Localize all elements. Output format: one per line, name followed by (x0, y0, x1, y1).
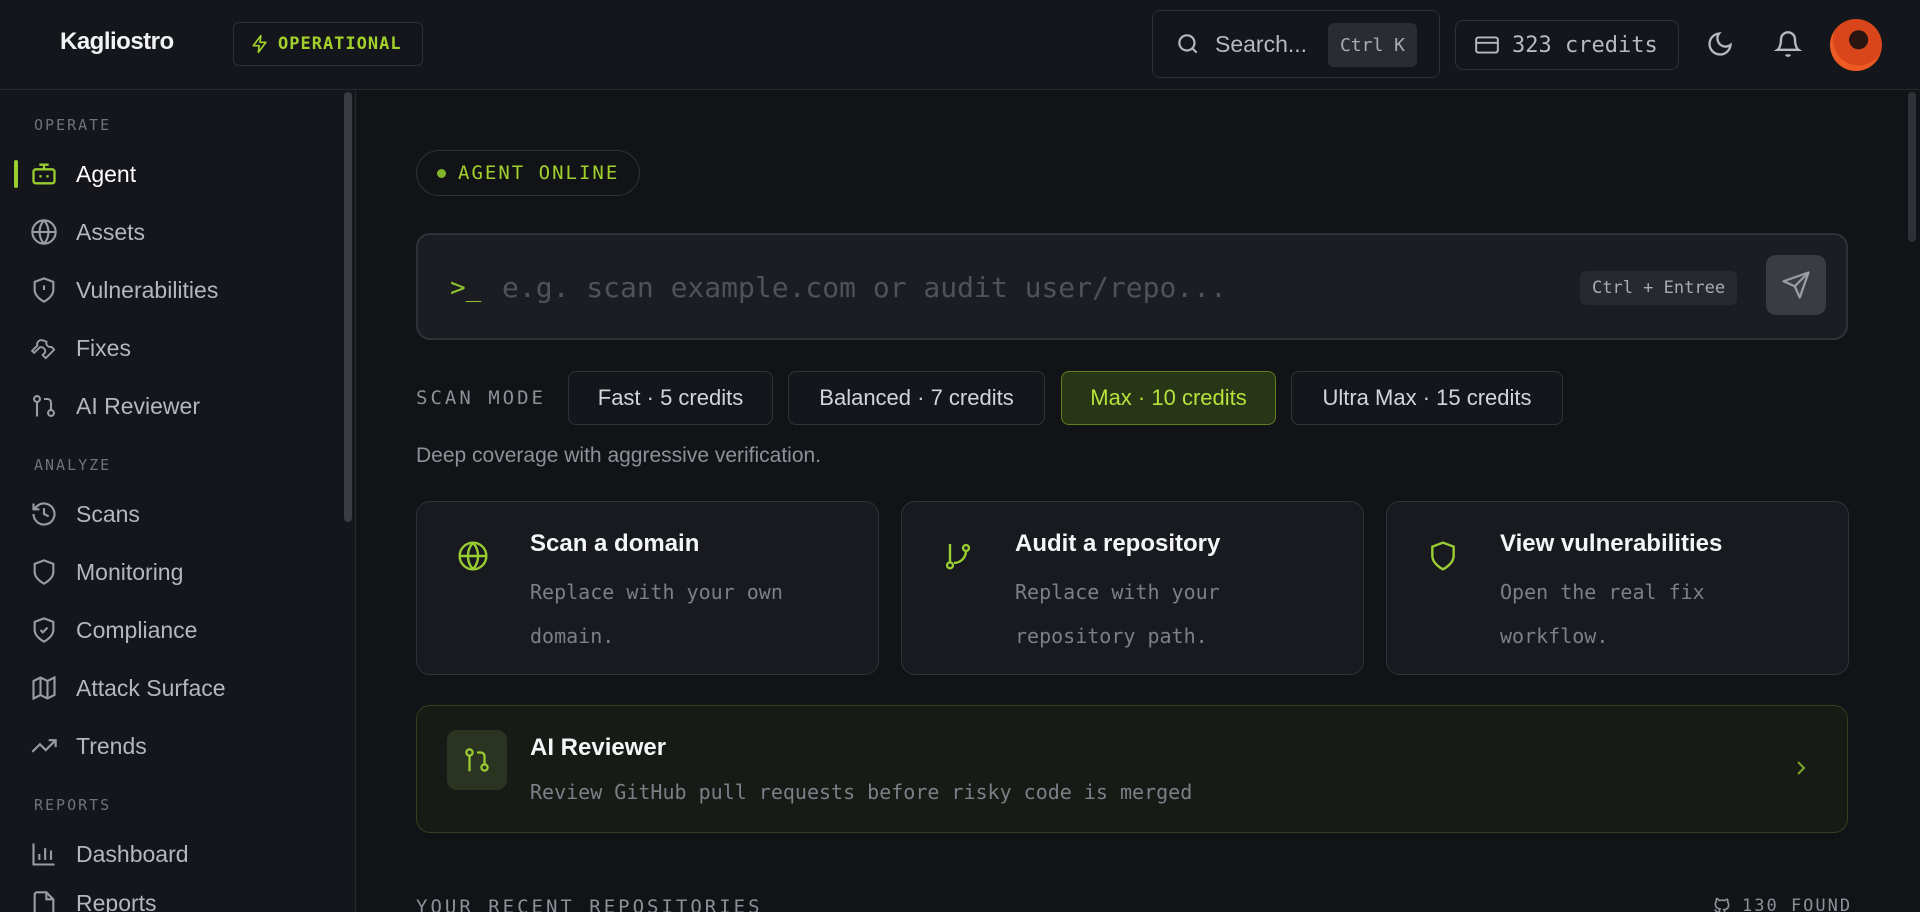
credit-card-icon (1475, 36, 1499, 54)
theme-toggle-button[interactable] (1704, 28, 1736, 60)
reviewer-icon-box (447, 730, 507, 790)
sidebar-scrollbar[interactable] (344, 92, 352, 522)
card-title: Audit a repository (1015, 530, 1221, 557)
globe-icon (458, 541, 488, 571)
moon-icon (1708, 32, 1732, 56)
shield-icon (33, 559, 55, 585)
reviewer-description: Review GitHub pull requests before risky… (530, 780, 1193, 804)
scan-mode-max[interactable]: Max · 10 credits (1061, 371, 1276, 425)
scan-mode-balanced[interactable]: Balanced · 7 credits (788, 371, 1045, 425)
top-bar: Kagliostro OPERATIONAL Search... Ctrl K … (0, 0, 1920, 90)
ai-reviewer-banner[interactable]: AI Reviewer Review GitHub pull requests … (416, 705, 1848, 833)
found-count: 130 FOUND (1742, 896, 1853, 912)
page-scrollbar[interactable] (1908, 92, 1916, 242)
scan-mode-label: SCAN MODE (416, 387, 546, 409)
section-title-operate: OPERATE (34, 116, 112, 134)
submit-shortcut-hint: Ctrl + Entree (1580, 271, 1738, 305)
logo[interactable]: Kagliostro (60, 28, 174, 56)
sidebar-item-label: Agent (76, 160, 137, 187)
card-description: Replace with your own domain. (530, 580, 783, 648)
file-icon (33, 891, 55, 912)
shield-alert-icon (33, 277, 55, 303)
sidebar-item-label: Fixes (76, 334, 131, 361)
robot-icon (32, 163, 56, 185)
bar-chart-icon (32, 843, 55, 866)
sidebar-item-vulnerabilities[interactable]: Vulnerabilities (0, 266, 340, 314)
scan-mode-fast[interactable]: Fast · 5 credits (568, 371, 773, 425)
wrench-icon (30, 339, 56, 360)
agent-prompt-input[interactable] (502, 265, 1502, 309)
sidebar-item-label: Scans (76, 500, 140, 527)
notifications-button[interactable] (1772, 28, 1804, 60)
agent-status-text: AGENT ONLINE (458, 162, 620, 184)
globe-icon (31, 219, 57, 245)
sidebar-item-attack-surface[interactable]: Attack Surface (0, 664, 340, 712)
search-box[interactable]: Search... Ctrl K (1152, 10, 1440, 78)
send-button[interactable] (1766, 255, 1826, 315)
sidebar-item-ai-reviewer[interactable]: AI Reviewer (0, 382, 340, 430)
status-dot (437, 168, 446, 178)
shield-icon (1431, 541, 1455, 571)
search-icon (1178, 34, 1198, 54)
sidebar-item-label: Compliance (76, 616, 198, 643)
sidebar: OPERATE Agent Assets Vulnerabilities Fix… (0, 90, 356, 912)
card-description: Replace with your repository path. (1015, 580, 1220, 648)
card-title: Scan a domain (530, 530, 700, 557)
credits-button[interactable]: 323 credits (1455, 20, 1679, 70)
sidebar-item-compliance[interactable]: Compliance (0, 606, 340, 654)
card-description: Open the real fix workflow. (1500, 580, 1705, 648)
sidebar-item-agent[interactable]: Agent (0, 150, 340, 198)
recent-repos-title: YOUR RECENT REPOSITORIES (416, 896, 763, 912)
sidebar-item-assets[interactable]: Assets (0, 208, 340, 256)
quick-action-view-vulns[interactable]: View vulnerabilities Open the real fix w… (1386, 501, 1849, 675)
sidebar-item-dashboard[interactable]: Dashboard (0, 830, 340, 878)
sidebar-item-label: Assets (76, 218, 146, 245)
sidebar-item-reports[interactable]: Reports (0, 882, 340, 912)
sidebar-item-label: Monitoring (76, 558, 184, 585)
card-title: View vulnerabilities (1500, 530, 1723, 557)
quick-action-audit-repo[interactable]: Audit a repository Replace with your rep… (901, 501, 1364, 675)
sidebar-item-label: Attack Surface (76, 674, 226, 701)
history-icon (32, 502, 56, 526)
sidebar-item-scans[interactable]: Scans (0, 490, 340, 538)
search-placeholder: Search... (1215, 30, 1308, 57)
system-status-badge[interactable]: OPERATIONAL (233, 22, 423, 66)
sidebar-item-label: Reports (76, 890, 157, 912)
sidebar-item-label: Dashboard (76, 840, 189, 867)
sidebar-item-label: AI Reviewer (76, 392, 200, 419)
send-icon (1782, 271, 1810, 299)
trending-up-icon (31, 739, 57, 753)
recent-repos-count: 130 FOUND (1712, 896, 1852, 912)
sidebar-item-fixes[interactable]: Fixes (0, 324, 340, 372)
git-pull-request-icon (465, 748, 489, 772)
shield-check-icon (33, 617, 55, 643)
chevron-right-icon (1797, 761, 1806, 775)
sidebar-item-label: Vulnerabilities (76, 276, 219, 303)
sidebar-item-monitoring[interactable]: Monitoring (0, 548, 340, 596)
section-title-reports: REPORTS (34, 796, 112, 814)
agent-prompt-box[interactable]: >_ Ctrl + Entree (416, 233, 1848, 340)
scan-mode-description: Deep coverage with aggressive verificati… (416, 444, 822, 467)
search-shortcut: Ctrl K (1327, 23, 1417, 67)
sidebar-item-label: Trends (76, 732, 147, 759)
git-pull-request-icon (33, 395, 55, 417)
credits-count: 323 credits (1512, 32, 1658, 58)
sidebar-item-trends[interactable]: Trends (0, 722, 340, 770)
agent-status-badge: AGENT ONLINE (416, 150, 640, 196)
user-avatar[interactable] (1830, 19, 1882, 71)
section-title-analyze: ANALYZE (34, 456, 112, 474)
terminal-prompt-icon: >_ (450, 273, 482, 303)
scan-mode-ultra-max[interactable]: Ultra Max · 15 credits (1291, 371, 1563, 425)
git-branch-icon (945, 543, 971, 570)
quick-action-scan-domain[interactable]: Scan a domain Replace with your own doma… (416, 501, 879, 675)
github-icon (1714, 897, 1730, 912)
lightning-icon (252, 34, 267, 54)
reviewer-title: AI Reviewer (530, 734, 667, 761)
map-icon (32, 675, 56, 701)
bell-icon (1774, 31, 1802, 57)
status-text: OPERATIONAL (278, 34, 402, 54)
